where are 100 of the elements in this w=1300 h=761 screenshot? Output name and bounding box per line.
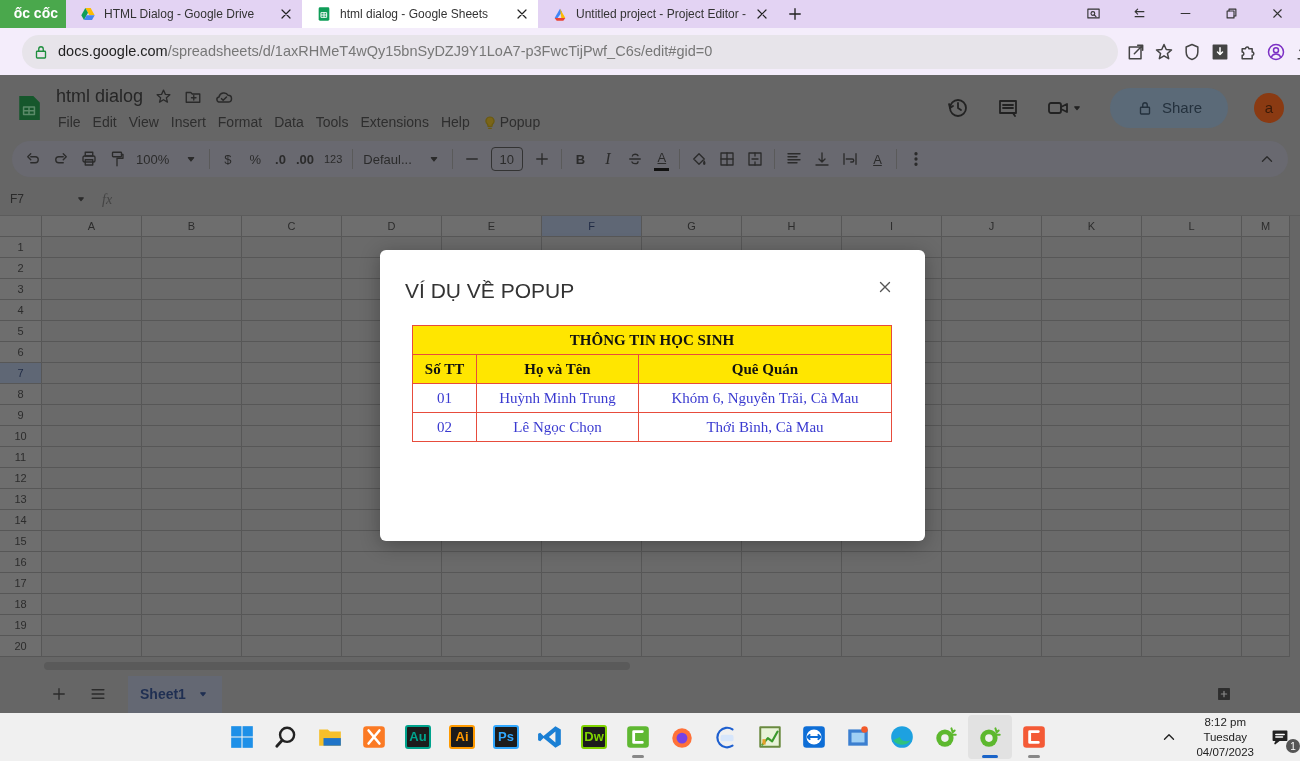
browser-tab[interactable]: HTML Dialog - Google Drive xyxy=(66,0,302,28)
menu-item[interactable]: Data xyxy=(268,112,310,134)
dialog-title: VÍ DỤ VỀ POPUP xyxy=(405,278,575,304)
column-header[interactable]: E xyxy=(442,216,542,238)
url-text: docs.google.com/spreadsheets/d/1axRHMeT4wQy15bnSyDZJ9Y1LoA7-p3FwcTijPwf_C6s/edit#gid=0 xyxy=(58,41,713,61)
column-header[interactable]: M xyxy=(1242,216,1290,238)
row-header[interactable]: 14 xyxy=(0,510,42,532)
grid-cell[interactable] xyxy=(442,552,542,574)
increase-decimal-button[interactable]: .00 xyxy=(295,149,314,170)
column-header[interactable]: F xyxy=(542,216,642,238)
row-header[interactable]: 6 xyxy=(0,342,42,364)
vertical-align-icon[interactable] xyxy=(813,150,832,169)
column-header[interactable]: C xyxy=(242,216,342,238)
menu-item[interactable]: View xyxy=(122,112,165,134)
column-header[interactable]: J xyxy=(942,216,1042,238)
text-rotation-button[interactable]: A xyxy=(869,149,886,170)
row-header[interactable]: 19 xyxy=(0,615,42,637)
taskbar-button[interactable]: Dw xyxy=(572,715,616,760)
grid-cell[interactable] xyxy=(42,363,142,385)
grid-cell[interactable] xyxy=(742,552,842,574)
sheet-tab[interactable]: Sheet1 xyxy=(128,675,222,713)
menu-item[interactable]: Edit xyxy=(86,112,123,134)
tab-search-icon[interactable] xyxy=(1085,6,1101,22)
column-header: Số TT xyxy=(412,354,477,384)
column-header[interactable]: I xyxy=(842,216,942,238)
row-header[interactable]: 1 xyxy=(0,237,42,259)
restore-icon[interactable] xyxy=(1223,6,1239,22)
add-sheet-panel-icon[interactable] xyxy=(1216,686,1232,703)
row-header[interactable]: 10 xyxy=(0,426,42,448)
decrease-decimal-button[interactable]: .0 xyxy=(275,149,286,170)
adobe-app-icon: Ps xyxy=(493,725,519,750)
row-header[interactable]: 11 xyxy=(0,447,42,469)
menu-item[interactable]: Format xyxy=(211,112,269,134)
taskbar-button[interactable]: Au xyxy=(396,715,440,760)
menu-item[interactable]: Insert xyxy=(164,112,212,134)
print-icon[interactable] xyxy=(80,150,98,169)
row-header[interactable]: 13 xyxy=(0,489,42,511)
browser-icon xyxy=(889,724,915,751)
italic-button[interactable]: I xyxy=(599,147,617,172)
menu-item[interactable]: Popup xyxy=(475,112,547,134)
grid-cell[interactable] xyxy=(842,552,942,574)
row-header[interactable]: 4 xyxy=(0,300,42,322)
row-header[interactable]: 2 xyxy=(0,258,42,280)
row-header[interactable]: 12 xyxy=(0,468,42,490)
zoom-dropdown[interactable]: 100% xyxy=(136,149,200,170)
row-header[interactable]: 9 xyxy=(0,405,42,427)
column-header: Họ và Tên xyxy=(476,354,639,384)
bold-button[interactable]: B xyxy=(571,149,590,170)
avatar[interactable]: a xyxy=(1254,93,1284,124)
more-formats-button[interactable]: 123 xyxy=(323,151,343,168)
letter-c-app-icon xyxy=(1021,724,1047,751)
taskbar-button[interactable]: Ps xyxy=(484,715,528,760)
column-header[interactable]: H xyxy=(742,216,842,238)
row-header[interactable]: 16 xyxy=(0,552,42,574)
font-dropdown[interactable]: Defaul... xyxy=(363,149,442,170)
row-header[interactable]: 15 xyxy=(0,531,42,553)
row-header[interactable]: 17 xyxy=(0,573,42,595)
column-header[interactable]: A xyxy=(42,216,142,238)
percent-button[interactable]: % xyxy=(245,149,266,170)
shield-icon[interactable] xyxy=(1182,41,1202,62)
column-header[interactable]: K xyxy=(1042,216,1142,238)
remote-app-icon xyxy=(801,724,827,751)
taskbar-button[interactable]: Ai xyxy=(440,715,484,760)
star-icon[interactable] xyxy=(155,88,173,106)
browser-tab[interactable]: html dialog - Google Sheets xyxy=(302,0,538,28)
column-header[interactable]: L xyxy=(1142,216,1242,238)
name-box[interactable]: F7 xyxy=(10,190,88,209)
grid-cell[interactable] xyxy=(942,237,1042,259)
column-header[interactable]: G xyxy=(642,216,742,238)
grid-cell[interactable] xyxy=(42,384,142,406)
grid-cell[interactable] xyxy=(542,552,642,574)
currency-button[interactable]: $ xyxy=(220,149,236,170)
notification-count: 1 xyxy=(1286,739,1300,754)
running-indicator xyxy=(982,755,998,759)
star-icon[interactable] xyxy=(1154,41,1174,62)
table-cell: Lê Ngọc Chọn xyxy=(476,412,639,442)
font-size-field[interactable]: 10 xyxy=(490,147,523,172)
row-header[interactable]: 5 xyxy=(0,321,42,343)
share-button[interactable]: Share xyxy=(1110,88,1228,129)
menu-item[interactable]: Help xyxy=(434,112,476,134)
row-header[interactable]: 18 xyxy=(0,594,42,616)
browser-tab[interactable]: Untitled project - Project Editor - xyxy=(538,0,779,28)
row-header[interactable]: 3 xyxy=(0,279,42,301)
menu-item[interactable]: Tools xyxy=(309,112,355,134)
row-header[interactable]: 8 xyxy=(0,384,42,406)
text-color-button[interactable]: A xyxy=(654,148,670,171)
grid-cell[interactable] xyxy=(42,342,142,364)
document-title[interactable]: html dialog xyxy=(52,83,144,111)
column-header[interactable]: B xyxy=(142,216,242,238)
menu-item[interactable]: File xyxy=(52,112,87,134)
address-bar[interactable]: docs.google.com/spreadsheets/d/1axRHMeT4wQy15bnSyDZJ9Y1LoA7-p3FwcTijPwf_C6s/edit#gid=0 xyxy=(22,34,1118,69)
menu-item[interactable]: Extensions xyxy=(354,112,435,134)
column-header[interactable]: D xyxy=(342,216,442,238)
merge-cells-icon[interactable] xyxy=(746,150,765,169)
row-header[interactable]: 7 xyxy=(0,363,42,385)
grid-cell[interactable] xyxy=(642,552,742,574)
grid-cell[interactable] xyxy=(342,552,442,574)
borders-icon[interactable] xyxy=(718,150,737,169)
row-header[interactable]: 20 xyxy=(0,636,42,658)
profile-icon[interactable] xyxy=(1266,41,1286,62)
